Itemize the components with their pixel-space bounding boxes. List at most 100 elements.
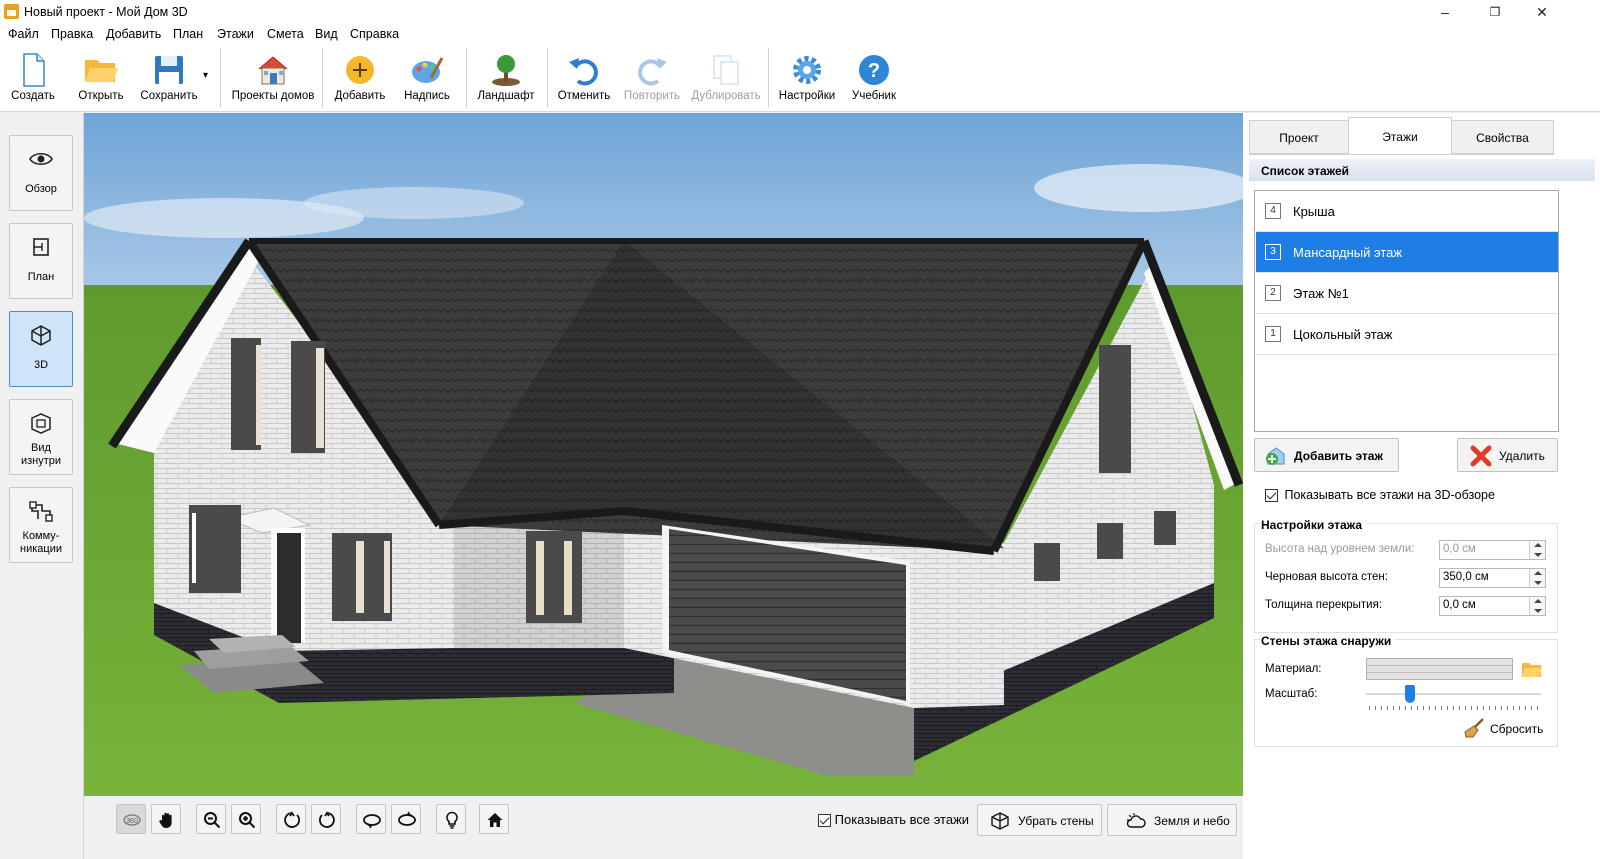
communications-label-line2: никации (20, 543, 62, 555)
show-all-floors-toggle[interactable]: Показывать все этажи (818, 812, 969, 828)
plan-button[interactable]: План (9, 223, 73, 299)
menu-bar: Файл Правка Добавить План Этажи Смета Ви… (0, 24, 1600, 44)
floor-name: Крыша (1293, 204, 1335, 219)
height-above-ground-label: Высота над уровнем земли: (1265, 543, 1415, 555)
tab-floors[interactable]: Этажи (1348, 117, 1452, 155)
menu-add[interactable]: Добавить (106, 27, 161, 41)
delete-x-icon (1470, 445, 1492, 467)
undo-button[interactable]: Отменить (558, 50, 610, 110)
add-button[interactable]: Добавить (335, 50, 385, 110)
floor-row-basement[interactable]: 1 Цокольный этаж (1256, 314, 1558, 355)
folder-icon (85, 60, 118, 82)
floor-row-roof[interactable]: 4 Крыша (1256, 191, 1558, 232)
save-dropdown-arrow[interactable]: ▾ (203, 70, 208, 81)
menu-plan[interactable]: План (173, 27, 203, 41)
pan-button[interactable] (151, 804, 181, 834)
show-all-floors-3d-toggle[interactable]: Показывать все этажи на 3D-обзоре (1265, 488, 1495, 503)
floor-name: Мансардный этаж (1293, 245, 1403, 260)
floor-number-icon: 4 (1265, 203, 1281, 219)
save-label: Сохранить (140, 90, 198, 102)
zoom-out-button[interactable] (196, 804, 226, 834)
duplicate-icon (713, 55, 739, 85)
add-floor-label: Добавить этаж (1294, 449, 1383, 463)
open-button[interactable]: Открыть (76, 50, 126, 110)
view-controls-bar: 360 Показывать все этажи Убрать стены Зе… (84, 796, 1243, 859)
floor-list: 4 Крыша 3 Мансардный этаж 2 Этаж №1 1 Цо… (1254, 190, 1559, 432)
floors-list-header: Список этажей (1249, 159, 1595, 181)
menu-file[interactable]: Файл (8, 27, 39, 41)
settings-button[interactable]: Настройки (779, 50, 835, 110)
create-button[interactable]: Создать (10, 50, 56, 110)
height-above-ground-spinner[interactable] (1529, 541, 1545, 559)
slab-thickness-spinner[interactable] (1529, 597, 1545, 615)
communications-label: Комму-никации (10, 530, 72, 556)
redo-button[interactable]: Повторить (624, 50, 680, 110)
eye-icon (29, 152, 53, 166)
ground-sky-button[interactable]: Земля и небо (1107, 804, 1237, 836)
tab-project[interactable]: Проект (1249, 120, 1349, 154)
cloud-sun-icon (1126, 813, 1146, 828)
tab-properties[interactable]: Свойства (1451, 120, 1554, 154)
reset-button[interactable]: Сбросить (1463, 717, 1553, 741)
wall-height-input[interactable]: 350,0 см (1439, 568, 1546, 588)
exterior-walls-title: Стены этажа снаружи (1261, 634, 1396, 648)
communications-label-line1: Комму- (22, 530, 60, 542)
tutorial-label: Учебник (852, 90, 896, 102)
remove-walls-button[interactable]: Убрать стены (977, 804, 1102, 836)
tilt-down-button[interactable] (391, 804, 421, 834)
house-3d-render (84, 113, 1243, 796)
menu-estimate[interactable]: Смета (267, 27, 304, 41)
text-label-button[interactable]: Надпись (404, 50, 450, 110)
toolbar-separator (220, 48, 221, 108)
overview-button[interactable]: Обзор (9, 135, 73, 211)
inside-view-button[interactable]: Вид изнутри (9, 399, 73, 475)
floor-name: Цокольный этаж (1293, 327, 1393, 342)
tilt-up-button[interactable] (356, 804, 386, 834)
walls-cube-icon (991, 812, 1009, 830)
slab-thickness-input[interactable]: 0,0 см (1439, 596, 1546, 616)
delete-floor-button[interactable]: Удалить (1457, 438, 1558, 472)
close-button[interactable]: ✕ (1527, 2, 1557, 22)
rotate-360-button[interactable]: 360 (116, 804, 146, 834)
add-floor-icon (1266, 447, 1285, 465)
lighting-button[interactable] (436, 804, 466, 834)
open-label: Открыть (78, 90, 124, 102)
maximize-button[interactable]: ❐ (1480, 2, 1510, 22)
floor-number-icon: 2 (1265, 285, 1281, 301)
floor-row-floor1[interactable]: 2 Этаж №1 (1256, 273, 1558, 314)
communications-button[interactable]: Комму-никации (9, 487, 73, 563)
duplicate-button[interactable]: Дублировать (691, 50, 761, 110)
view-3d-button[interactable]: 3D (9, 311, 73, 387)
folder-icon[interactable] (1521, 660, 1543, 678)
svg-text:?: ? (868, 60, 880, 82)
height-above-ground-input[interactable]: 0,0 см (1439, 540, 1546, 560)
menu-edit[interactable]: Правка (51, 27, 93, 41)
slab-thickness-value: 0,0 см (1443, 599, 1476, 611)
show-all-floors-3d-checkbox[interactable] (1265, 489, 1278, 503)
scale-slider-thumb[interactable] (1404, 685, 1415, 703)
rotate-left-button[interactable] (276, 804, 306, 834)
landscape-button[interactable]: Ландшафт (477, 50, 535, 110)
menu-floors[interactable]: Этажи (217, 27, 254, 41)
save-button[interactable]: Сохранить (140, 50, 198, 110)
material-swatch[interactable] (1366, 658, 1513, 680)
show-all-floors-checkbox[interactable] (818, 814, 831, 828)
room-interior-icon (31, 413, 51, 434)
zoom-in-button[interactable] (231, 804, 261, 834)
inside-view-label-line1: Вид (31, 442, 51, 454)
house-projects-button[interactable]: Проекты домов (232, 50, 314, 110)
3d-viewport[interactable] (84, 113, 1243, 796)
wall-height-spinner[interactable] (1529, 569, 1545, 587)
menu-help[interactable]: Справка (350, 27, 399, 41)
floor-row-attic[interactable]: 3 Мансардный этаж (1256, 232, 1558, 273)
landscape-label: Ландшафт (477, 90, 535, 102)
rotate-right-button[interactable] (311, 804, 341, 834)
menu-view[interactable]: Вид (315, 27, 338, 41)
minimize-button[interactable]: – (1430, 2, 1460, 22)
add-floor-button[interactable]: Добавить этаж (1254, 438, 1399, 472)
inside-view-label: Вид изнутри (10, 442, 72, 468)
scale-slider-track[interactable] (1366, 693, 1541, 695)
home-view-button[interactable] (479, 804, 509, 834)
tutorial-button[interactable]: ? Учебник (850, 50, 898, 110)
help-icon: ? (859, 55, 889, 85)
